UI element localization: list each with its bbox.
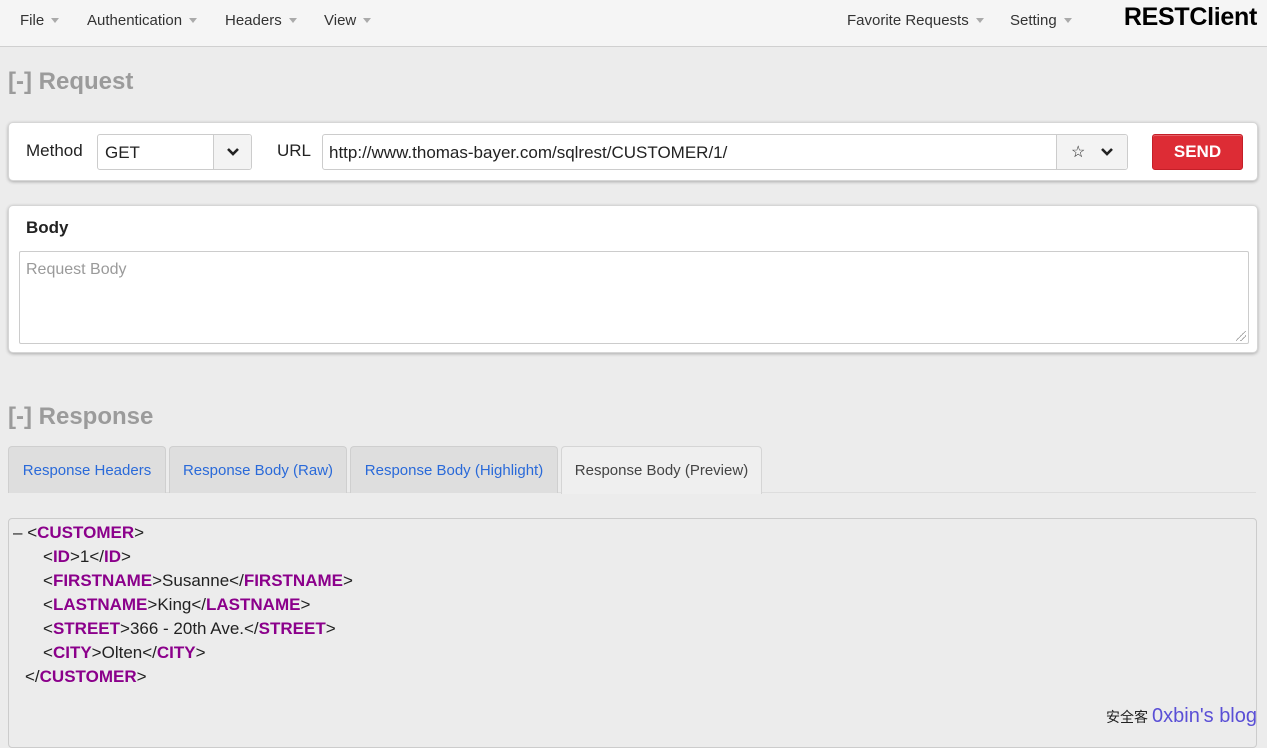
- tab-response-headers[interactable]: Response Headers: [8, 446, 166, 493]
- menu-setting-label: Setting: [1010, 12, 1057, 29]
- caret-down-icon: [288, 17, 297, 23]
- menu-favorite-requests[interactable]: Favorite Requests: [847, 12, 984, 29]
- xml-tag: CITY: [52, 643, 92, 662]
- xml-value: Susanne: [162, 571, 230, 590]
- response-section-toggle[interactable]: [-] Response: [8, 403, 153, 431]
- body-panel: Body Request Body: [8, 205, 1258, 353]
- xml-tag: FIRSTNAME: [52, 571, 153, 590]
- menu-view-label: View: [324, 12, 357, 29]
- chevron-down-icon[interactable]: [213, 135, 251, 169]
- watermark-blog: 0xbin's blog: [1152, 705, 1257, 727]
- method-select[interactable]: GET: [97, 134, 252, 170]
- response-preview: – <CUSTOMER> <ID>1</ID> <FIRSTNAME>Susan…: [8, 518, 1257, 748]
- xml-tag: FIRSTNAME: [243, 571, 343, 590]
- tab-response-body-preview[interactable]: Response Body (Preview): [561, 446, 762, 494]
- url-addon: ☆: [1056, 135, 1127, 169]
- xml-value: 366 - 20th Ave.: [129, 619, 244, 638]
- watermark-site: 安全客: [1106, 709, 1148, 725]
- request-body-placeholder: Request Body: [26, 261, 127, 278]
- method-label: Method: [26, 141, 83, 160]
- request-body-textarea[interactable]: Request Body: [19, 251, 1249, 344]
- xml-tag: LASTNAME: [52, 595, 148, 614]
- xml-tag: LASTNAME: [206, 595, 301, 614]
- caret-down-icon: [1063, 17, 1072, 23]
- tab-response-body-raw[interactable]: Response Body (Raw): [169, 446, 347, 493]
- caret-down-icon: [363, 17, 372, 23]
- xml-tag: STREET: [52, 619, 120, 638]
- tab-response-body-highlight[interactable]: Response Body (Highlight): [350, 446, 558, 493]
- xml-field-row: <FIRSTNAME>Susanne</FIRSTNAME>: [43, 571, 353, 590]
- caret-down-icon: [189, 17, 198, 23]
- collapse-toggle-icon[interactable]: –: [13, 523, 22, 542]
- menu-favorite-requests-label: Favorite Requests: [847, 12, 969, 29]
- brand-logo: RESTClient: [1123, 3, 1257, 31]
- xml-value: Olten: [101, 643, 143, 662]
- menu-authentication-label: Authentication: [87, 12, 183, 29]
- star-icon[interactable]: ☆: [1071, 142, 1085, 162]
- xml-field-row: <STREET>366 - 20th Ave.</STREET>: [43, 619, 336, 638]
- send-button[interactable]: SEND: [1152, 134, 1243, 170]
- menu-headers-label: Headers: [225, 12, 282, 29]
- url-value: http://www.thomas-bayer.com/sqlrest/CUST…: [329, 143, 728, 162]
- xml-value: King: [157, 595, 192, 614]
- caret-down-icon: [51, 17, 60, 23]
- xml-value: 1: [79, 547, 90, 566]
- menu-setting[interactable]: Setting: [1010, 12, 1072, 29]
- xml-field-row: <LASTNAME>King</LASTNAME>: [43, 595, 311, 614]
- xml-tag: ID: [104, 547, 121, 566]
- url-label: URL: [277, 141, 312, 160]
- body-title: Body: [26, 218, 69, 237]
- xml-tag: CITY: [156, 643, 196, 662]
- request-panel: Method GET URL http://www.thomas-bayer.c…: [8, 122, 1258, 181]
- resize-handle-icon[interactable]: [1236, 331, 1246, 341]
- xml-tag: CUSTOMER: [37, 523, 135, 542]
- menu-authentication[interactable]: Authentication: [87, 12, 198, 29]
- chevron-down-icon[interactable]: [1100, 144, 1114, 162]
- url-input[interactable]: http://www.thomas-bayer.com/sqlrest/CUST…: [322, 134, 1128, 170]
- xml-root-close: </CUSTOMER>: [25, 667, 147, 686]
- xml-field-row: <CITY>Olten</CITY>: [43, 643, 206, 662]
- menu-headers[interactable]: Headers: [225, 12, 297, 29]
- method-value: GET: [105, 143, 140, 162]
- xml-tag: ID: [52, 547, 70, 566]
- xml-root-open: – <CUSTOMER>: [13, 523, 145, 542]
- request-section-toggle[interactable]: [-] Request: [8, 68, 133, 96]
- watermark: 安全客 0xbin's blog: [1106, 705, 1257, 728]
- menu-file[interactable]: File: [20, 12, 60, 29]
- top-navbar: File Authentication Headers View Favorit…: [0, 0, 1267, 47]
- caret-down-icon: [975, 17, 984, 23]
- xml-field-row: <ID>1</ID>: [43, 547, 131, 566]
- xml-tag: CUSTOMER: [39, 667, 137, 686]
- menu-file-label: File: [20, 12, 45, 29]
- menu-view[interactable]: View: [324, 12, 372, 29]
- xml-tag: STREET: [258, 619, 326, 638]
